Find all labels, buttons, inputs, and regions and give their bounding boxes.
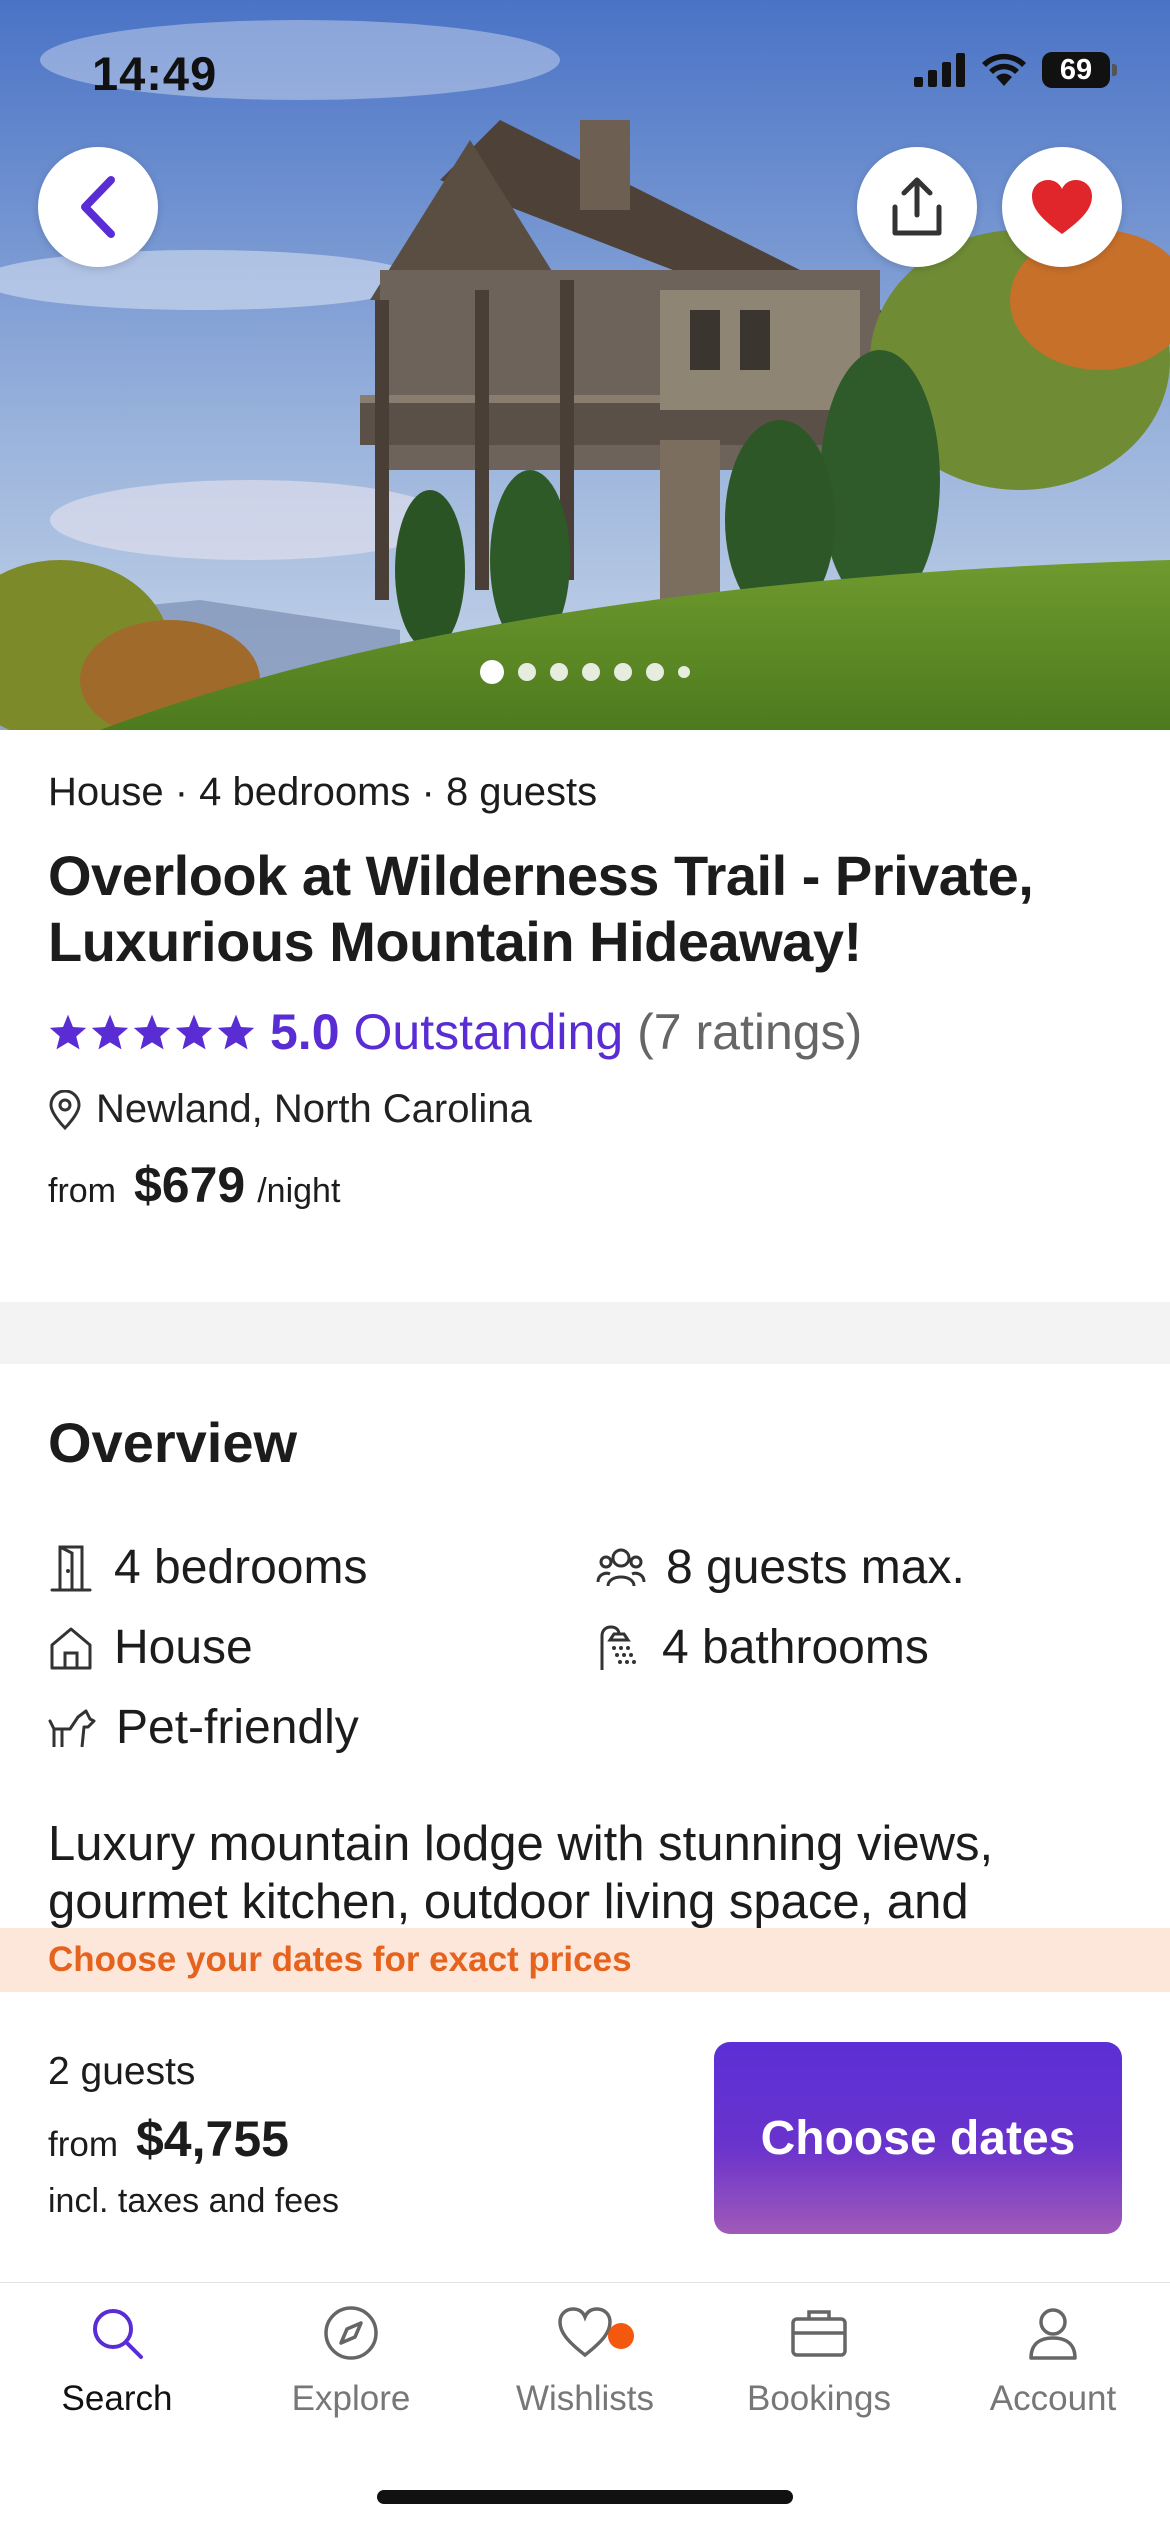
section-divider bbox=[0, 1302, 1170, 1364]
tab-explore[interactable]: Explore bbox=[234, 2303, 468, 2419]
tab-search[interactable]: Search bbox=[0, 2303, 234, 2419]
fact-bathrooms: 4 bathrooms bbox=[596, 1620, 929, 1675]
overview-heading: Overview bbox=[48, 1411, 298, 1474]
carousel-dot bbox=[614, 663, 632, 681]
fact-type-label: House bbox=[114, 1621, 253, 1674]
fact-bedrooms-label: 4 bedrooms bbox=[114, 1541, 368, 1594]
heart-icon bbox=[558, 2307, 612, 2358]
rating-stars bbox=[48, 1013, 256, 1051]
star-icon bbox=[175, 1014, 213, 1050]
tab-account-label: Account bbox=[989, 2379, 1117, 2418]
total-amount: $4,755 bbox=[136, 2111, 289, 2167]
tab-bookings[interactable]: Bookings bbox=[702, 2303, 936, 2419]
rating-score: 5.0 bbox=[270, 1004, 340, 1060]
map-pin-icon bbox=[49, 1089, 81, 1130]
wifi-icon bbox=[982, 53, 1026, 86]
share-icon bbox=[892, 177, 942, 236]
house-icon bbox=[50, 1627, 92, 1669]
briefcase-icon bbox=[791, 2310, 847, 2357]
fact-guests: 8 guests max. bbox=[596, 1540, 965, 1595]
price-amount: $679 bbox=[134, 1157, 246, 1213]
listing-info: House · 4 bedrooms · 8 guests Overlook a… bbox=[48, 770, 1128, 1214]
fact-bedrooms: 4 bedrooms bbox=[48, 1540, 367, 1595]
dog-icon bbox=[48, 1709, 96, 1747]
taxes-note: incl. taxes and fees bbox=[48, 2182, 340, 2220]
people-icon bbox=[596, 1548, 646, 1586]
carousel-dot bbox=[646, 663, 664, 681]
rating-count: (7 ratings) bbox=[637, 1004, 863, 1060]
tab-bookings-label: Bookings bbox=[747, 2379, 891, 2418]
search-icon bbox=[93, 2309, 143, 2359]
carousel-dot bbox=[678, 666, 690, 678]
tab-wishlists[interactable]: Wishlists bbox=[468, 2303, 702, 2419]
star-icon bbox=[91, 1014, 129, 1050]
choose-dates-button[interactable]: Choose dates bbox=[714, 2042, 1122, 2234]
tab-account[interactable]: Account bbox=[936, 2303, 1170, 2419]
carousel-dot bbox=[582, 663, 600, 681]
status-bar: 14:49 69 bbox=[0, 0, 1170, 130]
total-from-label: from bbox=[48, 2125, 118, 2164]
fact-guests-label: 8 guests max. bbox=[666, 1541, 965, 1594]
hero-photo-carousel[interactable]: 14:49 69 bbox=[0, 0, 1170, 730]
listing-title: Overlook at Wilderness Trail - Private, … bbox=[48, 844, 1034, 973]
banner-text: Choose your dates for exact prices bbox=[48, 1940, 632, 1979]
carousel-dot bbox=[518, 663, 536, 681]
choose-dates-banner: Choose your dates for exact prices bbox=[0, 1928, 1170, 1992]
fact-bathrooms-label: 4 bathrooms bbox=[662, 1621, 929, 1674]
notification-badge bbox=[608, 2323, 634, 2349]
home-indicator bbox=[377, 2490, 793, 2504]
nightly-price: from $679 /night bbox=[48, 1156, 1128, 1214]
listing-description: Luxury mountain lodge with stunning view… bbox=[48, 1817, 994, 1929]
fact-pets: Pet-friendly bbox=[48, 1700, 359, 1755]
carousel-dots bbox=[0, 660, 1170, 684]
overview-section: Overview 4 bedrooms 8 guests max. House … bbox=[48, 1410, 1128, 1754]
favorite-button[interactable] bbox=[1002, 147, 1122, 267]
booking-bar: 2 guests from $4,755 incl. taxes and fee… bbox=[0, 1992, 1170, 2282]
guest-count[interactable]: 2 guests bbox=[48, 2050, 195, 2094]
person-icon bbox=[1029, 2308, 1077, 2360]
star-icon bbox=[49, 1014, 87, 1050]
rating-row[interactable]: 5.0 Outstanding (7 ratings) bbox=[48, 1003, 1128, 1061]
cellular-signal-icon bbox=[914, 53, 965, 87]
status-icons: 69 bbox=[914, 52, 1117, 88]
price-from-label: from bbox=[48, 1172, 116, 1210]
star-icon bbox=[217, 1014, 255, 1050]
carousel-dot bbox=[550, 663, 568, 681]
star-icon bbox=[133, 1014, 171, 1050]
chevron-left-icon bbox=[81, 176, 115, 238]
tab-explore-label: Explore bbox=[291, 2379, 411, 2418]
rating-label: Outstanding bbox=[353, 1004, 624, 1060]
location-text: Newland, North Carolina bbox=[96, 1087, 532, 1131]
battery-icon: 69 bbox=[1042, 52, 1117, 88]
share-button[interactable] bbox=[857, 147, 977, 267]
total-price: from $4,755 bbox=[48, 2110, 289, 2168]
status-time: 14:49 bbox=[92, 47, 218, 100]
price-unit: /night bbox=[257, 1172, 341, 1210]
compass-icon bbox=[324, 2306, 378, 2360]
tab-wishlists-label: Wishlists bbox=[515, 2379, 655, 2418]
back-button[interactable] bbox=[38, 147, 158, 267]
fact-type: House bbox=[48, 1620, 253, 1675]
heart-filled-icon bbox=[1032, 180, 1092, 234]
carousel-dot bbox=[480, 660, 504, 684]
shower-icon bbox=[600, 1624, 636, 1670]
listing-meta: House · 4 bedrooms · 8 guests bbox=[48, 770, 598, 814]
location-row: Newland, North Carolina bbox=[48, 1087, 1128, 1132]
tab-search-label: Search bbox=[61, 2379, 173, 2418]
door-icon bbox=[50, 1545, 92, 1591]
fact-pets-label: Pet-friendly bbox=[116, 1701, 359, 1754]
